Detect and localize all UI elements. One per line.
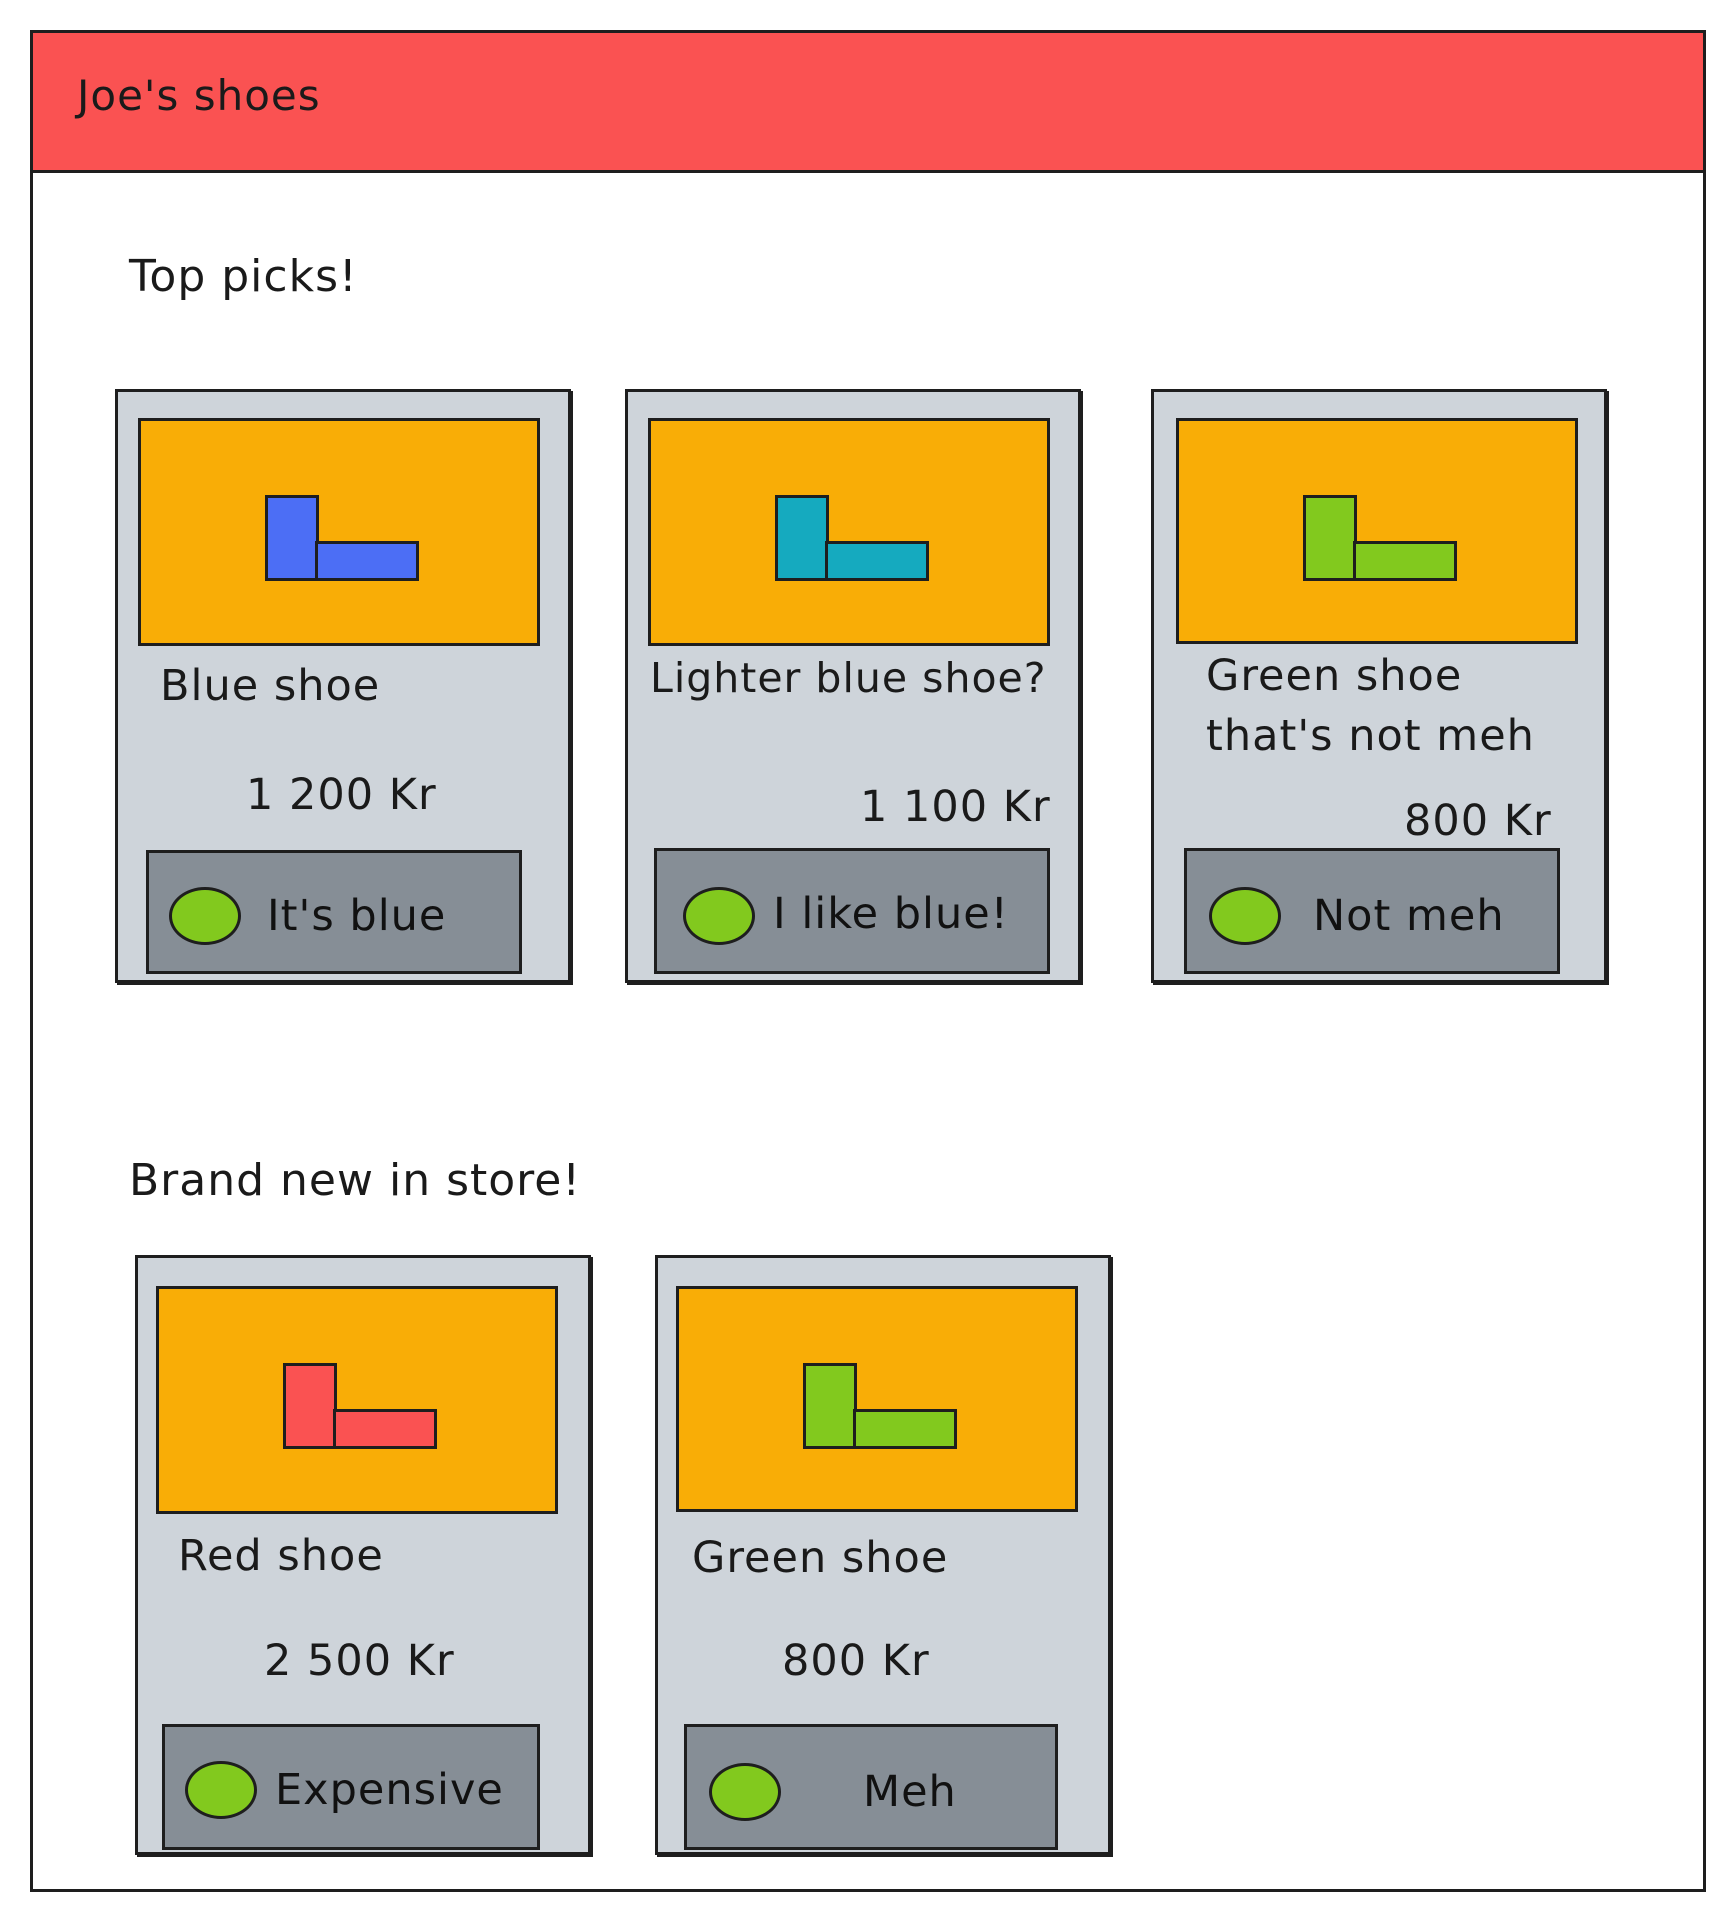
product-card-blue-shoe[interactable]: Blue shoe 1 200 Kr It's blue [115,389,571,983]
shoe-icon [1303,495,1463,585]
shoe-icon [265,495,425,585]
product-name: Red shoe [178,1531,384,1581]
product-card-green-shoe-not-meh[interactable]: Green shoe that's not meh 800 Kr Not meh [1151,389,1607,983]
product-price: 800 Kr [1404,796,1552,846]
button-label: I like blue! [773,889,1009,939]
product-price: 2 500 Kr [264,1636,455,1686]
product-price: 1 100 Kr [860,782,1051,832]
product-action-button[interactable]: Meh [684,1724,1058,1850]
product-name: Lighter blue shoe? [650,654,1047,702]
button-label: Expensive [275,1765,504,1815]
green-dot-icon [1209,887,1281,945]
section-title-brand-new: Brand new in store! [129,1155,581,1206]
product-name: Green shoe [692,1533,949,1583]
section-title-top-picks: Top picks! [129,251,358,302]
green-dot-icon [185,1761,257,1819]
button-label: Not meh [1313,891,1505,941]
shoe-icon [803,1363,963,1453]
product-image [1176,418,1578,644]
product-image [138,418,540,646]
product-image [648,418,1050,646]
product-action-button[interactable]: Not meh [1184,848,1560,974]
product-image [676,1286,1078,1512]
green-dot-icon [683,887,755,945]
product-action-button[interactable]: It's blue [146,850,522,974]
green-dot-icon [169,887,241,945]
product-action-button[interactable]: I like blue! [654,848,1050,974]
button-label: It's blue [267,891,447,941]
button-label: Meh [863,1767,957,1817]
product-price: 800 Kr [782,1636,930,1686]
app-title: Joe's shoes [77,71,321,120]
product-card-green-shoe[interactable]: Green shoe 800 Kr Meh [655,1255,1111,1855]
header-bar: Joe's shoes [33,33,1703,173]
shoe-icon [775,495,935,585]
product-card-lighter-blue-shoe[interactable]: Lighter blue shoe? 1 100 Kr I like blue! [625,389,1081,983]
product-name: Blue shoe [160,661,381,711]
product-action-button[interactable]: Expensive [162,1724,540,1850]
shoe-icon [283,1363,443,1453]
product-price: 1 200 Kr [246,770,437,820]
product-card-red-shoe[interactable]: Red shoe 2 500 Kr Expensive [135,1255,591,1855]
app-window: Joe's shoes Top picks! Blue shoe 1 200 K… [30,30,1706,1892]
product-name: Green shoe that's not meh [1206,651,1535,761]
green-dot-icon [709,1763,781,1821]
product-image [156,1286,558,1514]
